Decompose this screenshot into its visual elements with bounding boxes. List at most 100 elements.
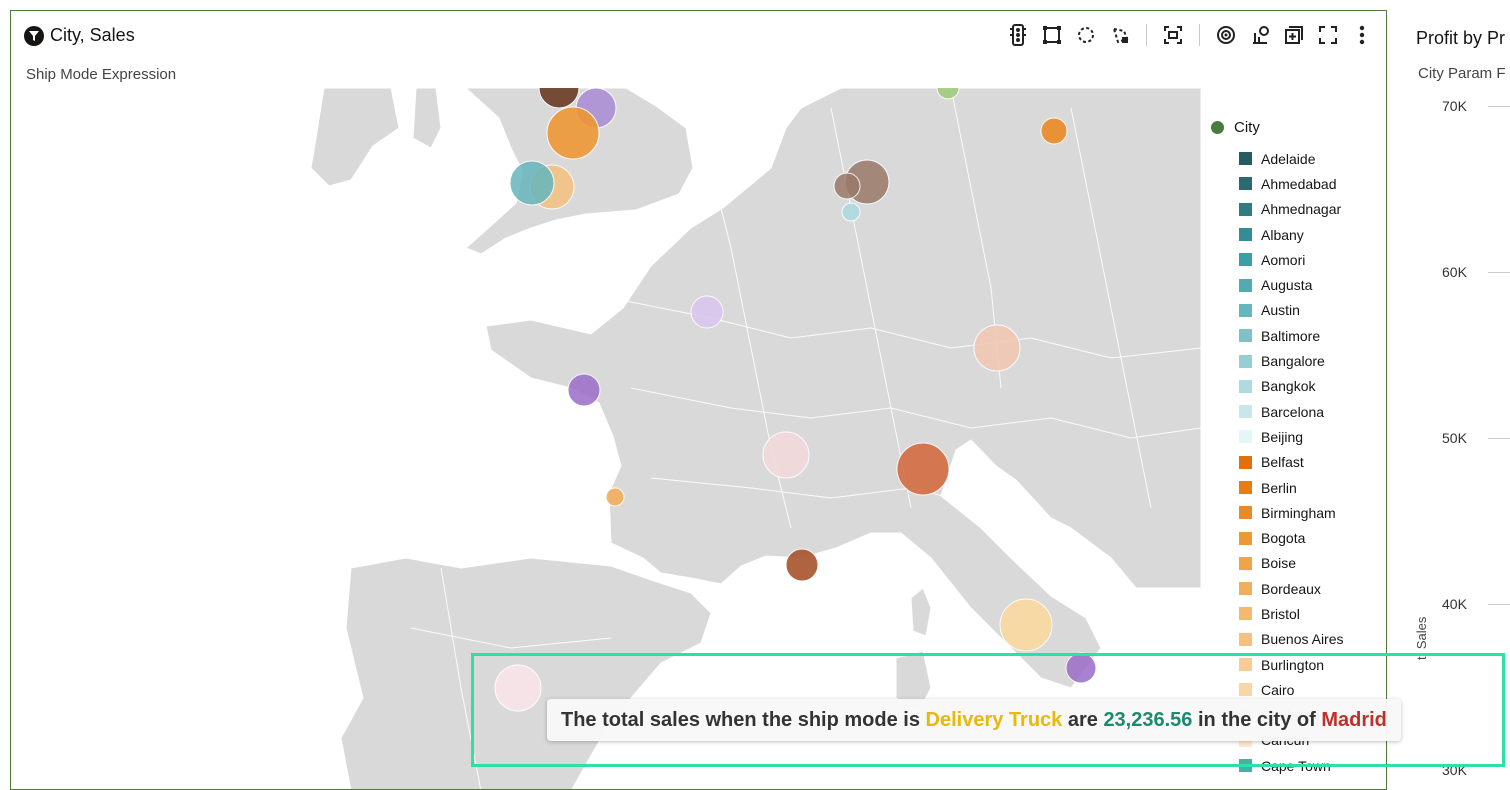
y-tick-label: 70K xyxy=(1442,98,1467,114)
legend-item[interactable]: Albany xyxy=(1211,222,1381,247)
gridline xyxy=(1488,272,1510,273)
legend-item[interactable]: Bogota xyxy=(1211,525,1381,550)
legend-item-label: Albany xyxy=(1261,226,1304,243)
legend-item[interactable]: Berlin xyxy=(1211,475,1381,500)
legend-item-label: Bogota xyxy=(1261,530,1306,547)
city-bubble xyxy=(567,373,601,407)
zoom-to-fit-icon[interactable] xyxy=(1161,23,1185,47)
filter-icon[interactable] xyxy=(24,25,44,46)
legend-swatch xyxy=(1239,228,1252,242)
legend-item[interactable]: Bangkok xyxy=(1211,374,1381,399)
caption-middle: are xyxy=(1067,708,1098,731)
sales-caption: The total sales when the ship mode is De… xyxy=(547,699,1401,741)
legend-item[interactable]: Bordeaux xyxy=(1211,576,1381,601)
legend-item[interactable]: Barcelona xyxy=(1211,399,1381,424)
legend-swatch xyxy=(1239,405,1252,419)
legend-swatch xyxy=(1239,152,1252,166)
legend-swatch xyxy=(1239,253,1252,267)
legend-swatch xyxy=(1239,455,1252,469)
legend-item-label: Bordeaux xyxy=(1261,580,1321,597)
gridline xyxy=(1488,438,1510,439)
toolbar-divider xyxy=(1146,24,1147,46)
legend-item-label: Baltimore xyxy=(1261,327,1321,344)
panel-subtitle: Ship Mode Expression xyxy=(26,66,177,83)
legend-item[interactable]: Belfast xyxy=(1211,450,1381,475)
panel-toolbar xyxy=(1006,23,1374,47)
rectangle-select-icon[interactable] xyxy=(1040,23,1064,47)
legend-item-label: Belfast xyxy=(1261,454,1304,471)
city-bubble xyxy=(841,202,861,222)
city-bubble xyxy=(896,442,950,496)
legend-item[interactable]: Baltimore xyxy=(1211,323,1381,348)
legend-item[interactable]: Augusta xyxy=(1211,272,1381,297)
chart-insight-icon[interactable] xyxy=(1248,23,1272,47)
legend-header: City xyxy=(1211,119,1381,136)
gridline xyxy=(1488,106,1510,107)
legend-item[interactable]: Birmingham xyxy=(1211,500,1381,525)
legend-item-label: Augusta xyxy=(1261,277,1313,294)
traffic-light-icon[interactable] xyxy=(1006,23,1030,47)
legend-item-label: Beijing xyxy=(1261,428,1304,445)
legend-item[interactable]: Bangalore xyxy=(1211,348,1381,373)
caption-suffix: in the city of xyxy=(1197,708,1316,731)
gridline xyxy=(1488,604,1510,605)
legend-swatch xyxy=(1239,607,1252,621)
legend-item[interactable]: Buenos Aires xyxy=(1211,627,1381,652)
city-bubble xyxy=(762,431,810,479)
add-visualization-icon[interactable] xyxy=(1282,23,1306,47)
profit-panel-subtitle: City Param F xyxy=(1418,65,1506,82)
legend-item-label: Bangkok xyxy=(1261,378,1316,395)
caption-ship-mode: Delivery Truck xyxy=(925,708,1063,731)
caption-city: Madrid xyxy=(1321,708,1387,731)
toolbar-divider xyxy=(1199,24,1200,46)
legend-item-label: Barcelona xyxy=(1261,403,1325,420)
target-icon[interactable] xyxy=(1214,23,1238,47)
city-bubble xyxy=(833,172,861,200)
legend-swatch xyxy=(1239,379,1252,393)
legend-item-label: Buenos Aires xyxy=(1261,631,1344,648)
legend-item-label: Bristol xyxy=(1261,605,1300,622)
circle-select-icon[interactable] xyxy=(1074,23,1098,47)
legend-swatch xyxy=(1239,354,1252,368)
panel-title: City, Sales xyxy=(50,25,135,45)
legend-item[interactable]: Beijing xyxy=(1211,424,1381,449)
y-tick-label: 40K xyxy=(1442,596,1467,612)
legend-swatch xyxy=(1239,202,1252,216)
legend-swatch xyxy=(1239,177,1252,191)
legend-item[interactable]: Boise xyxy=(1211,551,1381,576)
legend-item[interactable]: Ahmedabad xyxy=(1211,171,1381,196)
legend-item[interactable]: Ahmednagar xyxy=(1211,197,1381,222)
lasso-select-icon[interactable] xyxy=(1108,23,1132,47)
caption-value: 23,236.56 xyxy=(1103,708,1193,731)
fullscreen-icon[interactable] xyxy=(1316,23,1340,47)
city-bubble xyxy=(509,160,555,206)
legend-item-label: Boise xyxy=(1261,555,1297,572)
city-bubble xyxy=(1040,117,1068,145)
city-bubble xyxy=(999,598,1053,652)
more-options-icon[interactable] xyxy=(1350,23,1374,47)
city-bubble xyxy=(605,487,625,507)
legend-item[interactable]: Adelaide xyxy=(1211,146,1381,171)
profit-panel-title: Profit by Pr xyxy=(1416,28,1506,48)
legend-swatch xyxy=(1239,531,1252,545)
legend-item[interactable]: Aomori xyxy=(1211,247,1381,272)
legend-swatch xyxy=(1239,430,1252,444)
panel-header: City, Sales xyxy=(24,25,135,46)
legend-title: City xyxy=(1234,119,1260,136)
city-bubble xyxy=(785,548,819,582)
legend-swatch xyxy=(1239,278,1252,292)
legend-swatch xyxy=(1239,582,1252,596)
legend-swatch xyxy=(1239,329,1252,343)
legend-item-label: Bangalore xyxy=(1261,353,1325,370)
legend-swatch xyxy=(1239,632,1252,646)
city-bubble xyxy=(690,295,724,329)
city-bubble xyxy=(546,106,600,160)
y-tick-label: 60K xyxy=(1442,264,1467,280)
legend-item[interactable]: Bristol xyxy=(1211,601,1381,626)
legend-item-label: Adelaide xyxy=(1261,150,1316,167)
legend-dot-icon xyxy=(1211,121,1224,134)
legend-swatch xyxy=(1239,481,1252,494)
legend-item-label: Aomori xyxy=(1261,251,1306,268)
legend-item[interactable]: Austin xyxy=(1211,298,1381,323)
legend-item-label: Ahmedabad xyxy=(1261,175,1337,192)
